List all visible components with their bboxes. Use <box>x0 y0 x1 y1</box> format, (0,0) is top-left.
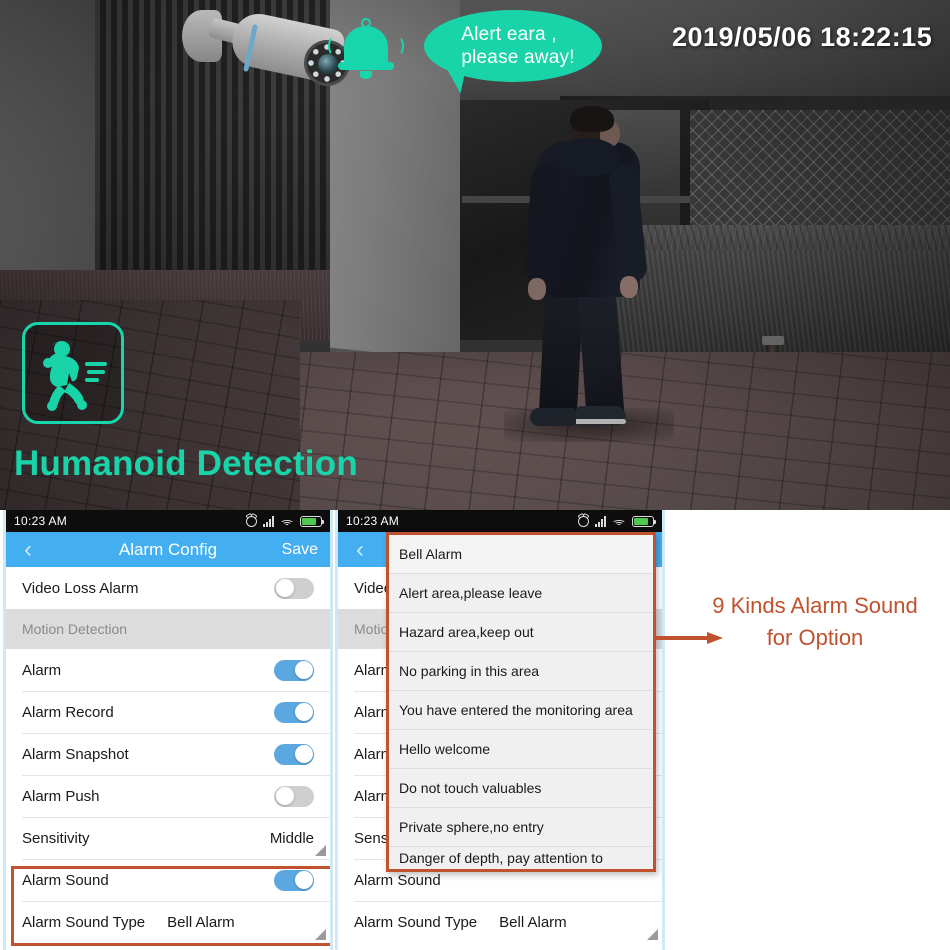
annotation-text: 9 Kinds Alarm Sound for Option <box>690 590 940 654</box>
video-timestamp: 2019/05/06 18:22:15 <box>672 22 933 52</box>
battery-icon <box>300 515 324 527</box>
speech-bubble: Alert eara , please away! <box>424 10 602 82</box>
alarm-snapshot-toggle[interactable] <box>274 743 314 765</box>
dropdown-option[interactable]: You have entered the monitoring area <box>389 691 653 730</box>
phone-screenshot-left: 10:23 AM ‹ Alarm Config Save Video Loss … <box>3 510 333 950</box>
row-alarm-record[interactable]: Alarm Record <box>6 691 330 733</box>
surveillance-photo: Alert eara , please away! 2019/05/06 18:… <box>0 0 950 510</box>
dropdown-option[interactable]: Alert area,please leave <box>389 574 653 613</box>
row-label: Alarm Push <box>22 787 100 805</box>
row-label: Sensitivity <box>22 829 90 847</box>
signal-bars-icon <box>595 515 606 527</box>
status-bar: 10:23 AM <box>338 510 662 532</box>
section-motion-detection: Motion Detection <box>6 609 330 649</box>
bottom-panel: 10:23 AM ‹ Alarm Config Save Video Loss … <box>0 510 950 950</box>
status-bar-icons <box>578 515 656 527</box>
row-label: Alarm Sound <box>354 871 441 889</box>
security-camera-icon <box>182 2 355 112</box>
status-bar-time: 10:23 AM <box>14 514 68 528</box>
row-label: Alarm Sound <box>22 871 109 889</box>
humanoid-detection-caption: Humanoid Detection <box>14 444 358 483</box>
bell-clapper <box>360 71 372 79</box>
bell-lip <box>338 62 394 70</box>
alarm-sound-type-dropdown[interactable]: Bell Alarm Alert area,please leave Hazar… <box>386 532 656 872</box>
row-video-loss-alarm[interactable]: Video Loss Alarm <box>6 567 330 609</box>
dropdown-option[interactable]: Hazard area,keep out <box>389 613 653 652</box>
row-alarm-snapshot[interactable]: Alarm Snapshot <box>6 733 330 775</box>
ringing-bell-icon <box>328 16 404 84</box>
annotation-line-1: 9 Kinds Alarm Sound <box>712 593 918 618</box>
app-bar: ‹ Alarm Config Save <box>6 532 330 567</box>
dropdown-corner-icon[interactable] <box>647 929 658 940</box>
row-alarm-sound-type[interactable]: Alarm Sound Type Bell Alarm <box>338 901 662 943</box>
status-bar: 10:23 AM <box>6 510 330 532</box>
running-person-icon <box>43 341 107 411</box>
dropdown-corner-icon[interactable] <box>315 845 326 856</box>
bell-wave-left <box>328 36 340 56</box>
row-alarm-sound-type[interactable]: Alarm Sound Type Bell Alarm <box>6 901 330 943</box>
dropdown-option[interactable]: Bell Alarm <box>389 535 653 574</box>
status-bar-time: 10:23 AM <box>346 514 400 528</box>
row-label: Alarm Snapshot <box>22 745 129 763</box>
signal-bars-icon <box>263 515 274 527</box>
row-label: Alarm <box>22 661 62 679</box>
annotation-line-2: for Option <box>766 625 864 650</box>
alarm-sound-type-value: Bell Alarm <box>167 913 235 931</box>
row-alarm-sound[interactable]: Alarm Sound <box>6 859 330 901</box>
alarm-toggle[interactable] <box>274 659 314 681</box>
dropdown-option[interactable]: Danger of depth, pay attention to safety <box>389 847 653 869</box>
dropdown-option[interactable]: Do not touch valuables <box>389 769 653 808</box>
alarm-clock-icon <box>246 515 257 527</box>
dropdown-option[interactable]: Hello welcome <box>389 730 653 769</box>
phone-screenshot-right: 10:23 AM ‹ Video Loss Alarm Motion Detec… <box>335 510 665 950</box>
status-bar-icons <box>246 515 324 527</box>
dropdown-option[interactable]: No parking in this area <box>389 652 653 691</box>
dropdown-option[interactable]: Private sphere,no entry <box>389 808 653 847</box>
wifi-icon <box>280 516 294 527</box>
screenshot-root: Alert eara , please away! 2019/05/06 18:… <box>0 0 950 950</box>
save-button[interactable]: Save <box>282 541 318 559</box>
video-loss-alarm-toggle[interactable] <box>274 577 314 599</box>
bell-wave-right <box>392 36 404 56</box>
row-alarm-push[interactable]: Alarm Push <box>6 775 330 817</box>
alarm-record-toggle[interactable] <box>274 701 314 723</box>
row-sensitivity[interactable]: Sensitivity Middle <box>6 817 330 859</box>
alarm-sound-toggle[interactable] <box>274 869 314 891</box>
humanoid-detection-badge <box>22 322 124 424</box>
settings-list: Video Loss Alarm Motion Detection Alarm <box>6 567 330 943</box>
row-label: Alarm Record <box>22 703 114 721</box>
wifi-icon <box>612 516 626 527</box>
battery-icon <box>632 515 656 527</box>
row-label: Alarm Sound Type <box>22 913 146 931</box>
back-button[interactable]: ‹ <box>338 537 382 562</box>
alarm-sound-type-value: Bell Alarm <box>499 913 567 931</box>
row-label: Video Loss Alarm <box>22 579 139 597</box>
speech-bubble-text: Alert eara , please away! <box>461 24 575 68</box>
row-alarm[interactable]: Alarm <box>6 649 330 691</box>
alarm-clock-icon <box>578 515 589 527</box>
dropdown-corner-icon[interactable] <box>315 929 326 940</box>
section-label: Motion Detection <box>22 621 128 637</box>
row-label: Alarm Sound Type <box>354 913 478 931</box>
sensitivity-value: Middle <box>269 829 314 847</box>
alarm-push-toggle[interactable] <box>274 785 314 807</box>
